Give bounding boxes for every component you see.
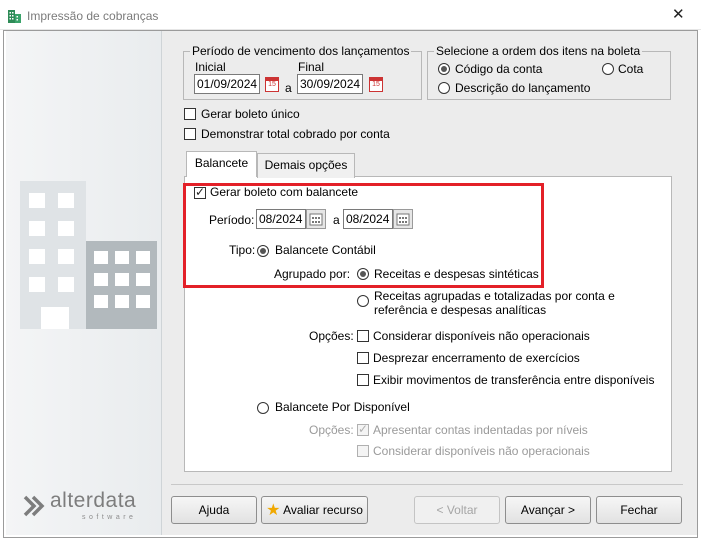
type-disponivel-radio[interactable] — [257, 402, 269, 414]
order-radio-cota[interactable] — [602, 63, 614, 75]
option-ignore-closing-label: Desprezar encerramento de exercícios — [373, 351, 580, 365]
group-grouped-label-line1: Receitas agrupadas e totalizadas por con… — [374, 289, 615, 303]
start-date-label: Inicial — [195, 60, 226, 74]
brand-name: alterdata — [50, 489, 137, 512]
buildings-illustration — [20, 181, 157, 329]
tab-other-options[interactable]: Demais opções — [257, 153, 355, 178]
option-ignore-closing-checkbox[interactable] — [357, 352, 369, 364]
option-nonoperational-checkbox[interactable] — [357, 330, 369, 342]
order-radio-description[interactable] — [438, 82, 450, 94]
period-legend: Período de vencimento dos lançamentos — [192, 44, 410, 58]
alterdata-logo-icon — [23, 495, 45, 517]
option-nonoperational-label: Considerar disponíveis não operacionais — [373, 329, 590, 343]
window-title: Impressão de cobranças — [27, 9, 159, 23]
end-date-label: Final — [298, 60, 325, 74]
help-button-label: Ajuda — [198, 503, 230, 517]
tab-balancete[interactable]: Balancete — [186, 151, 257, 177]
building-icon — [8, 10, 21, 23]
side-panel: alterdata software — [6, 31, 162, 535]
close-window-icon[interactable]: ✕ — [672, 7, 685, 22]
group-grouped-radio[interactable] — [357, 295, 369, 307]
order-option-description: Descrição do lançamento — [455, 81, 591, 95]
show-total-label: Demonstrar total cobrado por conta — [201, 127, 390, 141]
order-radio-account-code[interactable] — [438, 63, 450, 75]
end-date-input[interactable]: 30/09/2024 — [297, 74, 363, 94]
title-bar: Impressão de cobranças ✕ — [0, 0, 701, 30]
end-calendar-icon[interactable]: 15 — [369, 77, 383, 92]
button-separator — [171, 484, 683, 485]
back-button-label: < Voltar — [436, 503, 478, 517]
start-date-input[interactable]: 01/09/2024 — [194, 74, 260, 94]
single-boleto-checkbox[interactable] — [184, 108, 196, 120]
next-button[interactable]: Avançar > — [505, 496, 591, 524]
highlight-box — [183, 183, 544, 288]
evaluate-feature-button[interactable]: ★ Avaliar recurso — [261, 496, 368, 524]
disp-indented-checkbox[interactable]: ✓ — [357, 422, 369, 436]
next-button-label: Avançar > — [520, 503, 576, 517]
disp-nonoperational-checkbox[interactable] — [357, 445, 369, 457]
order-option-cota: Cota — [618, 62, 644, 76]
option-transfers-label: Exibir movimentos de transferência entre… — [373, 373, 655, 387]
close-button-label: Fechar — [620, 503, 658, 517]
period-separator: a — [285, 81, 292, 95]
options-label: Opções: — [309, 329, 354, 343]
disp-options-label: Opções: — [309, 423, 354, 437]
option-transfers-checkbox[interactable] — [357, 374, 369, 386]
order-option-account-code: Código da conta — [455, 62, 543, 76]
back-button[interactable]: < Voltar — [414, 496, 500, 524]
group-grouped-label-line2: referência e despesas analíticas — [374, 303, 547, 317]
close-button[interactable]: Fechar — [596, 496, 682, 524]
evaluate-button-label: Avaliar recurso — [283, 503, 363, 517]
star-icon: ★ — [266, 502, 281, 519]
type-disponivel-label: Balancete Por Disponível — [275, 400, 410, 414]
order-legend: Selecione a ordem dos itens na boleta — [436, 44, 641, 58]
disp-nonoperational-label: Considerar disponíveis não operacionais — [373, 444, 590, 458]
disp-indented-label: Apresentar contas indentadas por níveis — [373, 423, 588, 437]
single-boleto-label: Gerar boleto único — [201, 107, 300, 121]
show-total-checkbox[interactable] — [184, 128, 196, 140]
start-calendar-icon[interactable]: 15 — [265, 77, 279, 92]
brand-tagline: software — [82, 514, 137, 521]
help-button[interactable]: Ajuda — [171, 496, 257, 524]
